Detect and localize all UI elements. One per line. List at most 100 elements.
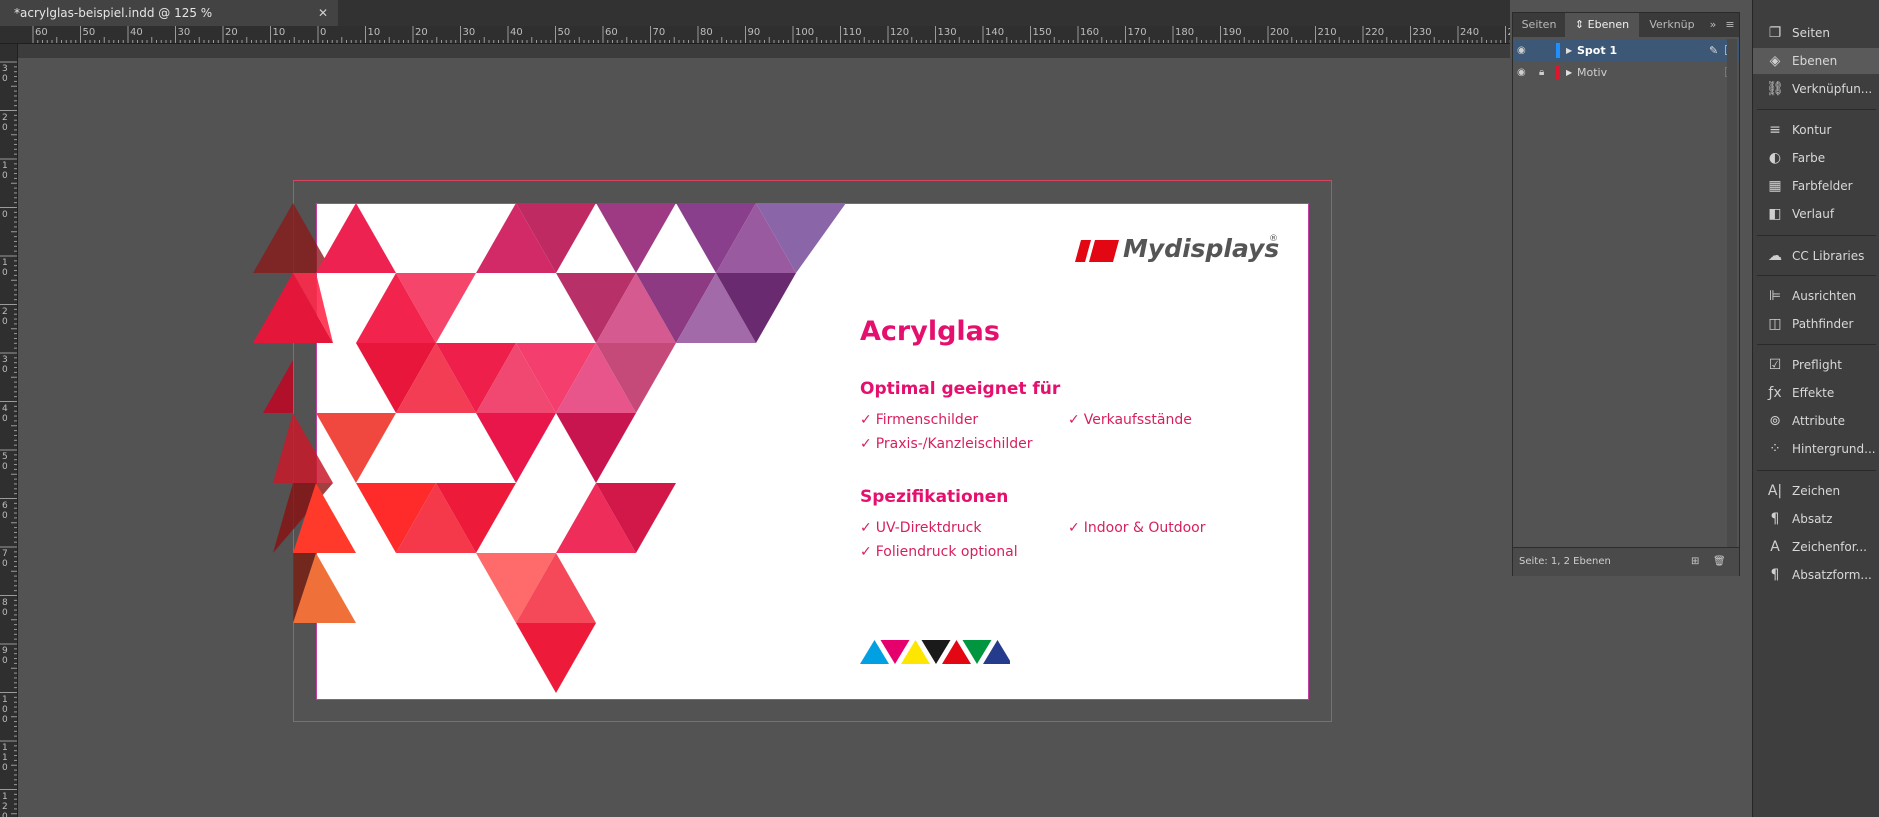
layer-row-motiv[interactable]: ◉ 🔒︎ ▶ Motiv bbox=[1513, 62, 1739, 83]
triangle bbox=[556, 413, 636, 483]
ruler-v-label: 50 bbox=[2, 452, 8, 472]
dock-item-label: Zeichen bbox=[1792, 484, 1841, 498]
layer-row-spot-1[interactable]: ◉ ▶ Spot 1 ✎ bbox=[1513, 40, 1739, 61]
dock-item-paragraph-styles[interactable]: ¶ Absatzform... bbox=[1753, 562, 1879, 588]
panel-menu-icon[interactable]: ≡ bbox=[1721, 13, 1739, 37]
ruler-h-label: 200 bbox=[1270, 27, 1290, 38]
dock-item-stroke[interactable]: ≡ Kontur bbox=[1753, 117, 1879, 143]
dock-item-background-tasks[interactable]: ⁘ Hintergrund... bbox=[1753, 436, 1879, 462]
dock-item-links[interactable]: ⛓ Verknüpfun... bbox=[1753, 76, 1879, 102]
ruler-h-label: 210 bbox=[1317, 27, 1337, 38]
gradient-icon: ◧ bbox=[1768, 206, 1782, 222]
bullet-item: ✓ Verkaufsstände bbox=[1068, 412, 1192, 428]
dock-group-separator bbox=[1757, 235, 1876, 236]
check-icon: ✓ bbox=[860, 412, 872, 428]
dock-item-pages[interactable]: ❐ Seiten bbox=[1753, 20, 1879, 46]
dock-item-align[interactable]: ⊫ Ausrichten bbox=[1753, 283, 1879, 309]
cc-libraries-icon: ☁ bbox=[1768, 248, 1782, 264]
triangle bbox=[263, 360, 293, 413]
ruler-h-label: 0 bbox=[320, 27, 327, 38]
links-icon: ⛓ bbox=[1766, 81, 1784, 97]
layers-panel: Seiten ⇕ Ebenen Verknüp » ≡ ◉ ▶ Spot 1 ✎… bbox=[1512, 12, 1740, 576]
check-icon: ✓ bbox=[860, 544, 872, 560]
bullet-item: ✓ UV-Direktdruck bbox=[860, 520, 982, 536]
dock-item-swatches[interactable]: ▦ Farbfelder bbox=[1753, 173, 1879, 199]
ruler-h-label: 140 bbox=[985, 27, 1005, 38]
panel-footer: Seite: 1, 2 Ebenen ⊞ 🗑︎ bbox=[1513, 547, 1739, 576]
ruler-h-label: 110 bbox=[842, 27, 862, 38]
dock-item-label: Attribute bbox=[1792, 414, 1845, 428]
triangle bbox=[253, 203, 333, 273]
ruler-h-label: 70 bbox=[652, 27, 666, 38]
ruler-h-label: 40 bbox=[130, 27, 143, 38]
ruler-h-label: 250 bbox=[1508, 27, 1511, 38]
dock-item-preflight[interactable]: ☑ Preflight bbox=[1753, 352, 1879, 378]
bullet-item: ✓ Foliendruck optional bbox=[860, 544, 1018, 560]
triangle bbox=[476, 413, 556, 483]
logo-registered-mark: ® bbox=[1269, 234, 1278, 244]
dock-item-character-styles[interactable]: A Zeichenfor... bbox=[1753, 534, 1879, 560]
dock-item-label: Effekte bbox=[1792, 386, 1835, 400]
dock-item-effects[interactable]: ƒx Effekte bbox=[1753, 380, 1879, 406]
dock-item-label: CC Libraries bbox=[1792, 249, 1865, 263]
color-icon: ◐ bbox=[1768, 150, 1782, 166]
expand-triangle-icon[interactable]: ▶ bbox=[1566, 40, 1572, 61]
dock-item-layers[interactable]: ◈ Ebenen bbox=[1753, 48, 1879, 74]
ruler-v-label: 60 bbox=[2, 500, 8, 521]
check-icon: ✓ bbox=[860, 520, 872, 536]
document-tab[interactable]: *acrylglas-beispiel.indd @ 125 % [Überdr… bbox=[0, 0, 338, 46]
visibility-eye-icon[interactable]: ◉ bbox=[1517, 40, 1531, 61]
ruler-h-label: 30 bbox=[462, 27, 476, 38]
ruler-h-label: 220 bbox=[1365, 27, 1385, 38]
ruler-h-label: 30 bbox=[177, 27, 191, 38]
horizontal-ruler[interactable]: 60 50 40 30 20 10 0 10 20 30 40 50 60 70 80 90 100 110 120… bbox=[0, 26, 1510, 44]
ruler-v-label: 120 bbox=[2, 791, 8, 817]
design-title: Acrylglas bbox=[860, 316, 1000, 347]
panel-dock: ❐ Seiten ◈ Ebenen ⛓ Verknüpfun... ≡ Kontur ◐ Farb… bbox=[1752, 0, 1879, 817]
ruler-h-label: 100 bbox=[795, 27, 815, 38]
bullet-item: ✓ Praxis-/Kanzleischilder bbox=[860, 436, 1033, 452]
close-icon[interactable]: ✕ bbox=[318, 0, 328, 26]
dock-item-label: Verknüpfun... bbox=[1792, 82, 1873, 96]
panel-scrollbar[interactable] bbox=[1727, 39, 1737, 547]
dock-item-label: Farbe bbox=[1792, 151, 1826, 165]
layers-status: Seite: 1, 2 Ebenen bbox=[1519, 556, 1611, 567]
new-layer-icon[interactable]: ⊞ bbox=[1691, 548, 1699, 576]
check-icon: ✓ bbox=[1068, 520, 1080, 536]
dock-item-paragraph[interactable]: ¶ Absatz bbox=[1753, 506, 1879, 532]
panel-expand-icon[interactable]: » bbox=[1705, 13, 1721, 37]
dock-item-label: Zeichenfor... bbox=[1792, 540, 1867, 554]
pasteboard-top-strip bbox=[18, 44, 1510, 58]
dock-group-separator bbox=[1757, 275, 1876, 276]
ruler-h-label: 50 bbox=[82, 27, 96, 38]
attributes-icon: ⊚ bbox=[1769, 413, 1781, 429]
tab-verknuepfungen[interactable]: Verknüp bbox=[1639, 13, 1705, 37]
lock-icon[interactable]: 🔒︎ bbox=[1539, 62, 1551, 83]
dock-item-color[interactable]: ◐ Farbe bbox=[1753, 145, 1879, 171]
layer-name: Spot 1 bbox=[1577, 44, 1618, 57]
visibility-eye-icon[interactable]: ◉ bbox=[1517, 62, 1531, 83]
tab-seiten[interactable]: Seiten bbox=[1513, 13, 1565, 37]
dock-item-cc-libraries[interactable]: ☁ CC Libraries bbox=[1753, 243, 1879, 269]
ruler-v-label: 10 bbox=[2, 258, 8, 278]
ruler-v-label: 20 bbox=[2, 112, 8, 133]
layer-color-swatch bbox=[1556, 43, 1560, 58]
dock-item-character[interactable]: A| Zeichen bbox=[1753, 478, 1879, 504]
dock-item-label: Hintergrund... bbox=[1792, 442, 1876, 456]
triangle-pattern-artwork[interactable] bbox=[253, 180, 853, 722]
bullet-item: ✓ Indoor & Outdoor bbox=[1068, 520, 1206, 536]
trash-icon[interactable]: 🗑︎ bbox=[1713, 548, 1726, 576]
ruler-h-label: 60 bbox=[35, 27, 48, 38]
dock-item-gradient[interactable]: ◧ Verlauf bbox=[1753, 201, 1879, 227]
document-tab-bar: *acrylglas-beispiel.indd @ 125 % [Überdr… bbox=[0, 0, 1510, 46]
dock-item-label: Absatzform... bbox=[1792, 568, 1872, 582]
dock-item-pathfinder[interactable]: ◫ Pathfinder bbox=[1753, 311, 1879, 337]
vertical-ruler[interactable]: 30 20 10 0 10 20 30 40 50 60 70 80 90 100 110 120 bbox=[0, 44, 18, 817]
tab-ebenen[interactable]: ⇕ Ebenen bbox=[1565, 13, 1639, 37]
ruler-h-label: 50 bbox=[557, 27, 571, 38]
dock-item-attributes[interactable]: ⊚ Attribute bbox=[1753, 408, 1879, 434]
ruler-v-label: 10 bbox=[2, 161, 8, 181]
expand-triangle-icon[interactable]: ▶ bbox=[1566, 62, 1572, 83]
ruler-h-label: 130 bbox=[937, 27, 957, 38]
ruler-h-label: 20 bbox=[415, 27, 428, 38]
